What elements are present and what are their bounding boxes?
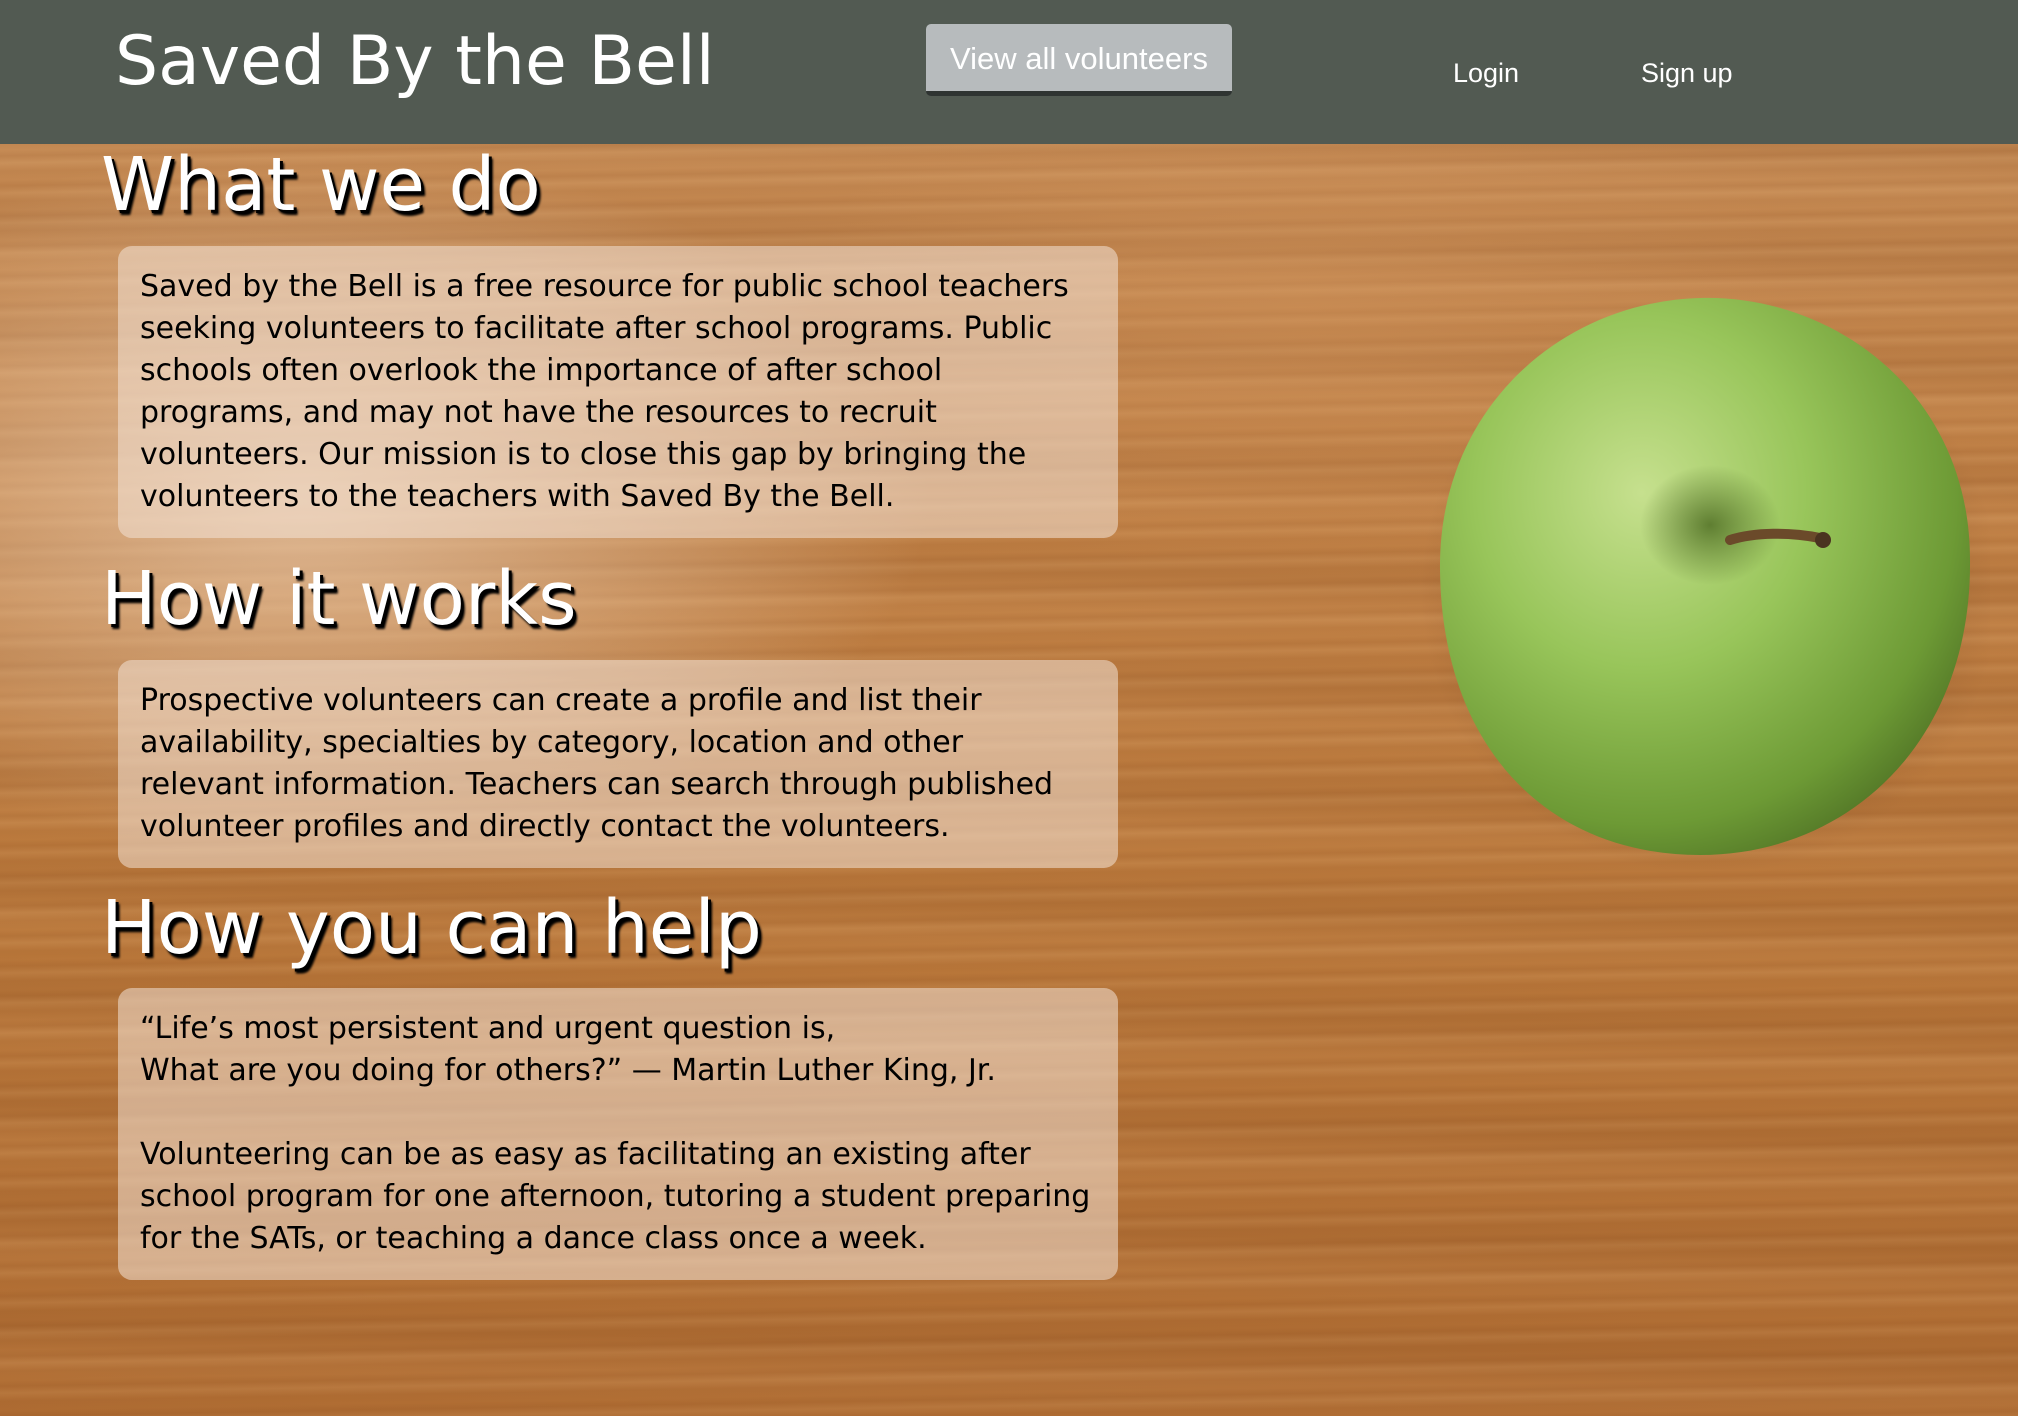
section-title-how-it-works: How it works [101,556,577,642]
how-you-can-help-text: Volunteering can be as easy as facilitat… [140,1137,1091,1256]
green-apple-image [1420,297,1990,870]
how-it-works-text: Prospective volunteers can create a prof… [140,683,1054,844]
how-you-can-help-card: “Life’s most persistent and urgent quest… [118,988,1118,1280]
signup-link[interactable]: Sign up [1641,54,1733,92]
what-we-do-card: Saved by the Bell is a free resource for… [118,246,1118,538]
view-all-volunteers-button[interactable]: View all volunteers [926,24,1232,96]
section-title-what-we-do: What we do [101,142,541,228]
quote-line-1: “Life’s most persistent and urgent quest… [140,1011,836,1046]
how-it-works-card: Prospective volunteers can create a prof… [118,660,1118,868]
site-brand[interactable]: Saved By the Bell [115,20,715,104]
login-link[interactable]: Login [1453,54,1519,92]
what-we-do-text: Saved by the Bell is a free resource for… [140,269,1069,514]
quote-line-2: What are you doing for others?” — Martin… [140,1053,996,1088]
top-navbar: Saved By the Bell View all volunteers Lo… [0,0,2018,144]
section-title-how-you-can-help: How you can help [101,885,762,971]
